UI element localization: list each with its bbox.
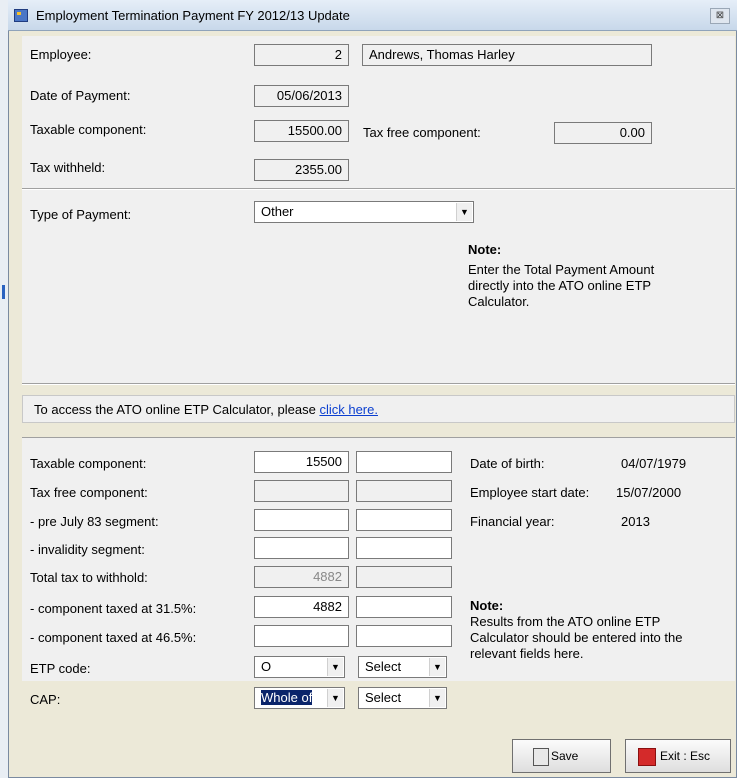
calc-invalidity-label: - invalidity segment: [30, 542, 145, 557]
ato-link-text: To access the ATO online ETP Calculator,… [34, 402, 378, 417]
calc-invalidity-input[interactable] [254, 537, 349, 559]
results-note-line: Calculator should be entered into the [470, 630, 683, 645]
chevron-down-icon: ▼ [456, 203, 472, 221]
calc-465-input-2[interactable] [356, 625, 452, 647]
calc-totaltax-label: Total tax to withhold: [30, 570, 148, 585]
calc-totaltax-field: 4882 [254, 566, 349, 588]
dob-label: Date of birth: [470, 456, 545, 471]
exit-button-label: Exit : Esc [660, 749, 711, 763]
calc-taxable-label: Taxable component: [30, 456, 147, 471]
etp-code-value-2: Select [365, 659, 402, 674]
type-of-payment-value: Other [261, 204, 294, 219]
ato-link-prefix: To access the ATO online ETP Calculator,… [34, 402, 316, 417]
employee-name-field: Andrews, Thomas Harley [362, 44, 652, 66]
dob-value: 04/07/1979 [621, 456, 687, 471]
etp-code-label: ETP code: [30, 661, 91, 676]
calc-taxfree-label: Tax free component: [30, 485, 148, 500]
type-of-payment-label: Type of Payment: [30, 207, 132, 222]
financial-year-value: 2013 [621, 514, 650, 529]
start-date-label: Employee start date: [470, 485, 590, 500]
employee-number-field: 2 [254, 44, 349, 66]
calc-prejuly-input[interactable] [254, 509, 349, 531]
tax-withheld-field: 2355.00 [254, 159, 349, 181]
results-note-heading: Note: [470, 598, 504, 613]
save-button[interactable]: Save [512, 739, 611, 773]
ato-calculator-link[interactable]: click here. [319, 402, 378, 417]
etp-code-value: O [261, 659, 272, 674]
calc-prejuly-label: - pre July 83 segment: [30, 514, 159, 529]
note-line: Enter the Total Payment Amount [468, 262, 655, 277]
cap-value-2: Select [365, 690, 402, 705]
calc-taxable-input-2[interactable] [356, 451, 452, 473]
calc-465-label: - component taxed at 46.5%: [30, 630, 197, 645]
calc-315-label: - component taxed at 31.5%: [30, 601, 197, 616]
calc-465-input[interactable] [254, 625, 349, 647]
cap-dropdown[interactable]: Whole of ▼ [254, 687, 345, 709]
etp-code-dropdown[interactable]: O ▼ [254, 656, 345, 678]
cap-value: Whole of [261, 690, 313, 705]
taxable-component-field: 15500.00 [254, 120, 349, 142]
calc-taxfree-field-2 [356, 480, 452, 502]
divider [22, 384, 735, 385]
chevron-down-icon: ▼ [429, 658, 445, 676]
calc-taxable-input[interactable]: 15500 [254, 451, 349, 473]
calc-invalidity-input-2[interactable] [356, 537, 452, 559]
etp-code-dropdown-2[interactable]: Select ▼ [358, 656, 447, 678]
taxable-component-label: Taxable component: [30, 122, 147, 137]
tax-withheld-label: Tax withheld: [30, 160, 106, 175]
calc-taxfree-field [254, 480, 349, 502]
save-icon [533, 748, 549, 766]
financial-year-label: Financial year: [470, 514, 555, 529]
background-marker [2, 285, 5, 299]
type-of-payment-dropdown[interactable]: Other ▼ [254, 201, 474, 223]
tax-free-component-field: 0.00 [554, 122, 652, 144]
chevron-down-icon: ▼ [327, 658, 343, 676]
start-date-value: 15/07/2000 [616, 485, 682, 500]
exit-icon [638, 748, 656, 766]
window-title: Employment Termination Payment FY 2012/1… [36, 8, 350, 23]
chevron-down-icon: ▼ [327, 689, 343, 707]
chevron-down-icon: ▼ [429, 689, 445, 707]
results-note-line: relevant fields here. [470, 646, 584, 661]
cap-dropdown-2[interactable]: Select ▼ [358, 687, 447, 709]
date-of-payment-field: 05/06/2013 [254, 85, 349, 107]
cap-label: CAP: [30, 692, 61, 707]
results-note-line: Results from the ATO online ETP [470, 614, 661, 629]
calc-prejuly-input-2[interactable] [356, 509, 452, 531]
note-line: directly into the ATO online ETP [468, 278, 652, 293]
date-of-payment-label: Date of Payment: [30, 88, 131, 103]
close-icon[interactable]: ⊠ [710, 8, 730, 24]
note-heading: Note: [468, 242, 502, 257]
save-button-label: Save [551, 749, 579, 763]
calc-totaltax-field-2 [356, 566, 452, 588]
app-icon [14, 9, 28, 22]
calc-315-input[interactable]: 4882 [254, 596, 349, 618]
calc-315-input-2[interactable] [356, 596, 452, 618]
employee-label: Employee: [30, 47, 92, 62]
tax-free-component-label: Tax free component: [363, 125, 481, 140]
note-line: Calculator. [468, 294, 530, 309]
exit-button[interactable]: Exit : Esc [625, 739, 731, 773]
